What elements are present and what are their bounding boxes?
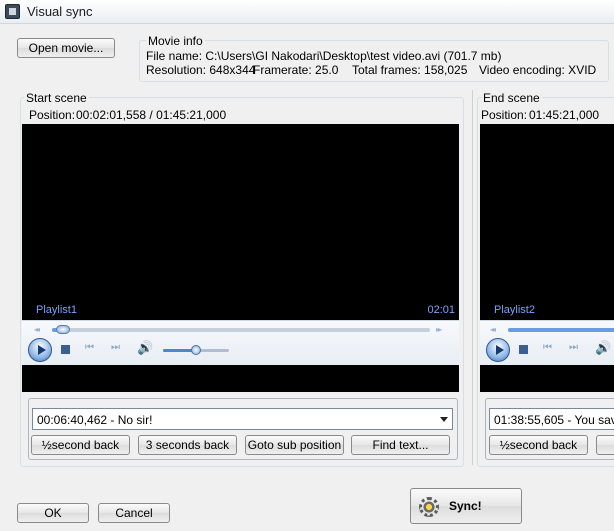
end-position-label: Position: [481, 108, 528, 122]
end-video-player[interactable]: Playlist2 ◂◂ ⏮ ⏭ 🔊 [480, 124, 614, 392]
end-play-icon[interactable] [486, 338, 510, 362]
movie-info-heading: Movie info [146, 34, 205, 48]
find-text-button[interactable]: Find text... [351, 435, 450, 455]
end-seek-fill [508, 328, 614, 332]
start-next-icon[interactable]: ⏭ [111, 342, 123, 354]
video-encoding-text: Video encoding: XVID [479, 63, 597, 77]
start-seek-bar[interactable] [52, 325, 430, 334]
cancel-button[interactable]: Cancel [98, 503, 170, 523]
start-seek-back-arrows-icon[interactable]: ◂◂ [34, 325, 40, 334]
start-video-player[interactable]: Playlist1 02:01 ◂◂ ▸▸ ⏮ ⏭ 🔊 [22, 124, 459, 392]
scene-divider [472, 90, 473, 465]
goto-sub-position-button[interactable]: Goto sub position [245, 435, 344, 455]
start-seek-forward-arrows-icon[interactable]: ▸▸ [436, 325, 442, 334]
end-scene-heading: End scene [481, 91, 542, 105]
start-position-label: Position: [29, 108, 76, 122]
start-seek-knob[interactable] [56, 325, 70, 334]
start-three-seconds-back-button[interactable]: 3 seconds back [138, 435, 237, 455]
end-subtitle-dropdown[interactable]: 01:38:55,605 - You save [489, 408, 614, 430]
sync-button[interactable]: Sync! [410, 488, 522, 524]
start-volume-knob[interactable] [191, 345, 201, 355]
end-player-controls: ◂◂ ⏮ ⏭ 🔊 [480, 320, 614, 365]
start-half-second-back-button[interactable]: ½second back [31, 435, 130, 455]
total-frames-text: Total frames: 158,025 [352, 63, 468, 77]
end-volume-icon[interactable]: 🔊 [595, 340, 611, 355]
start-subtitle-dropdown[interactable]: 00:06:40,462 - No sir! [32, 408, 453, 430]
start-previous-icon[interactable]: ⏮ [85, 342, 97, 354]
start-stop-icon[interactable] [61, 345, 70, 354]
sync-label: Sync! [449, 499, 482, 513]
start-scene-heading: Start scene [24, 91, 89, 105]
framerate-text: Framerate: 25.0 [253, 63, 339, 77]
start-volume-icon[interactable]: 🔊 [137, 340, 153, 355]
resolution-text: Resolution: 648x344 [146, 63, 256, 77]
gear-icon [419, 497, 439, 517]
start-playlist-time: 02:01 [427, 304, 455, 316]
end-position-value: 01:45:21,000 [529, 108, 600, 122]
end-stop-icon[interactable] [519, 345, 528, 354]
end-next-icon[interactable]: ⏭ [569, 342, 581, 354]
start-subtitle-selected: 00:06:40,462 - No sir! [37, 413, 153, 427]
start-volume-slider[interactable] [163, 345, 229, 355]
window-title: Visual sync [27, 4, 93, 19]
file-name-text: File name: C:\Users\GI Nakodari\Desktop\… [146, 49, 502, 63]
start-player-controls: ◂◂ ▸▸ ⏮ ⏭ 🔊 [22, 320, 459, 365]
end-subtitle-selected: 01:38:55,605 - You save [494, 413, 614, 427]
title-bar: Visual sync [0, 0, 614, 24]
start-play-icon[interactable] [28, 338, 52, 362]
end-half-second-back-button[interactable]: ½second back [489, 435, 588, 455]
end-seek-back-arrows-icon[interactable]: ◂◂ [490, 325, 496, 334]
end-seek-bar[interactable] [508, 328, 614, 332]
start-position-value: 00:02:01,558 / 01:45:21,000 [76, 108, 227, 122]
visual-sync-window: Visual sync Open movie... Movie info Fil… [0, 0, 614, 531]
ok-button[interactable]: OK [17, 503, 89, 523]
start-playlist-name: Playlist1 [36, 304, 77, 316]
end-three-seconds-back-button[interactable] [596, 435, 614, 455]
end-playlist-name: Playlist2 [494, 304, 535, 316]
end-previous-icon[interactable]: ⏮ [543, 342, 555, 354]
open-movie-button[interactable]: Open movie... [17, 38, 115, 58]
start-dropdown-arrow-icon[interactable] [440, 417, 448, 422]
app-icon [5, 4, 20, 19]
